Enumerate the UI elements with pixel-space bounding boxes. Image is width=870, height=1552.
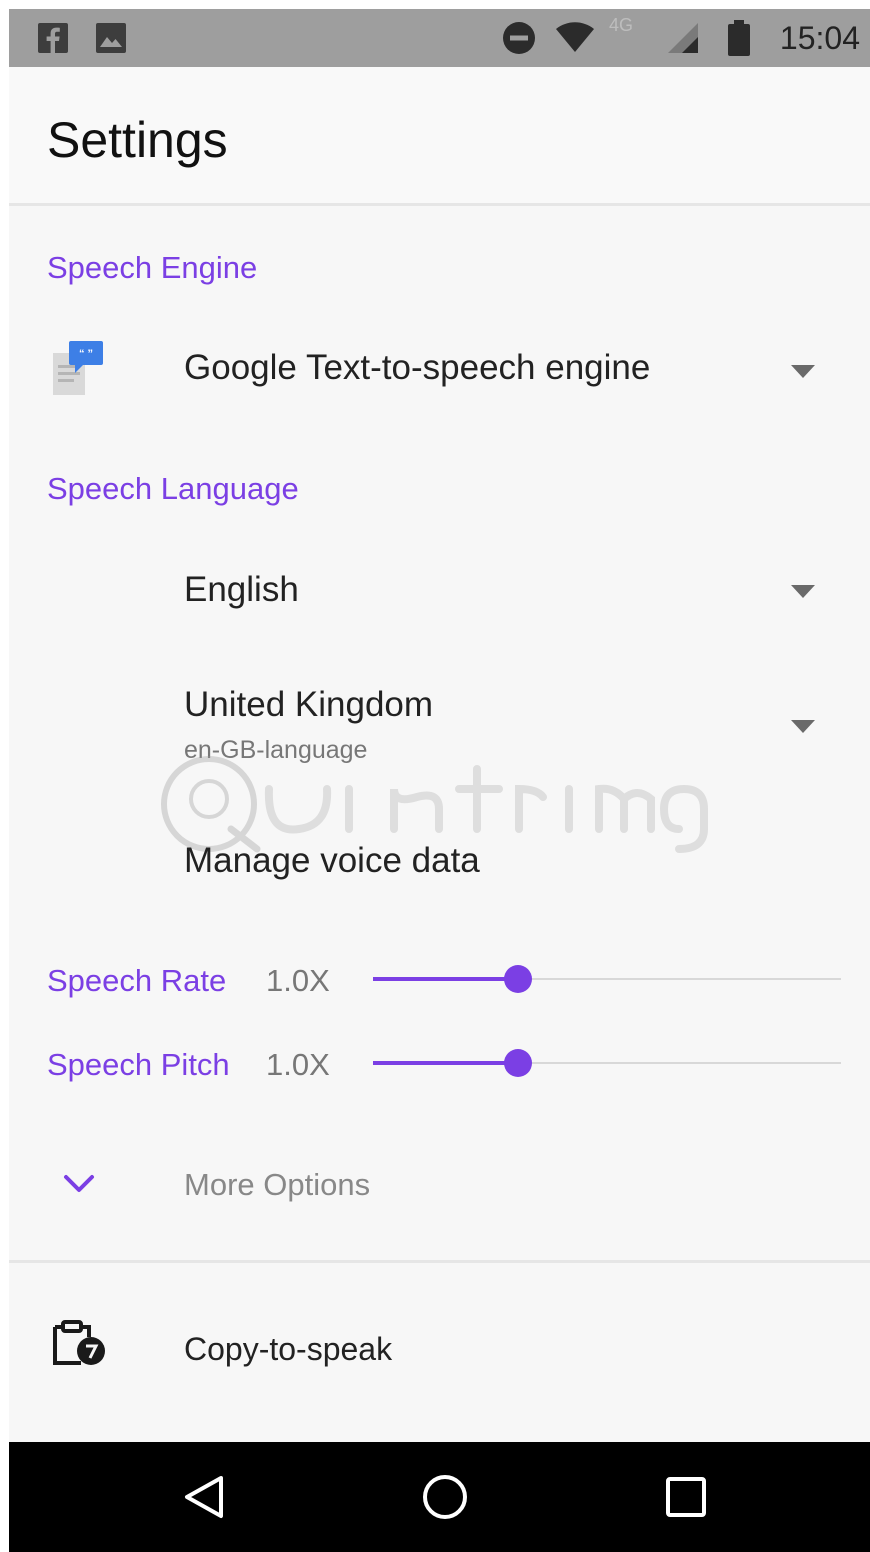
back-icon bbox=[185, 1476, 223, 1518]
slider-track-fill bbox=[373, 977, 518, 981]
clock: 15:04 bbox=[779, 20, 860, 56]
divider bbox=[9, 1260, 870, 1263]
status-bar: 4G 15:04 bbox=[9, 9, 870, 67]
slider-track-fill bbox=[373, 1061, 518, 1065]
tts-engine-icon: “ ” bbox=[53, 341, 103, 395]
language-value: English bbox=[184, 570, 299, 609]
speech-rate-value: 1.0X bbox=[266, 963, 330, 998]
app-bar: Settings bbox=[9, 67, 870, 206]
navigation-bar bbox=[9, 1442, 870, 1552]
page-title: Settings bbox=[47, 112, 228, 168]
speech-pitch-value: 1.0X bbox=[266, 1047, 330, 1082]
svg-text:“ ”: “ ” bbox=[79, 348, 93, 360]
recents-button[interactable] bbox=[626, 1442, 746, 1552]
recents-icon bbox=[666, 1477, 706, 1517]
speech-pitch-label: Speech Pitch bbox=[47, 1047, 230, 1082]
more-options-label: More Options bbox=[184, 1167, 371, 1202]
speech-rate-label: Speech Rate bbox=[47, 963, 227, 998]
dropdown-arrow-icon bbox=[791, 585, 815, 598]
dropdown-arrow-icon bbox=[791, 365, 815, 378]
speech-language-section-label: Speech Language bbox=[47, 471, 299, 506]
speech-engine-section-label: Speech Engine bbox=[47, 250, 258, 285]
network-type-label: 4G bbox=[609, 15, 634, 35]
slider-thumb[interactable] bbox=[504, 1049, 532, 1077]
do-not-disturb-icon bbox=[499, 9, 539, 67]
dropdown-arrow-icon bbox=[791, 720, 815, 733]
back-button[interactable] bbox=[144, 1442, 264, 1552]
battery-icon bbox=[721, 9, 757, 67]
speech-rate-slider[interactable] bbox=[373, 963, 841, 995]
clipboard-speak-icon bbox=[53, 1320, 105, 1365]
speech-pitch-slider[interactable] bbox=[373, 1047, 841, 1079]
slider-thumb[interactable] bbox=[504, 965, 532, 993]
image-icon bbox=[93, 9, 129, 67]
copy-to-speak-label: Copy-to-speak bbox=[184, 1331, 393, 1367]
home-icon bbox=[423, 1475, 467, 1519]
wifi-icon bbox=[553, 9, 597, 67]
chevron-down-icon bbox=[64, 1175, 94, 1192]
home-button[interactable] bbox=[385, 1442, 505, 1552]
facebook-icon bbox=[35, 9, 71, 67]
region-value: United Kingdom bbox=[184, 685, 434, 724]
speech-engine-value: Google Text-to-speech engine bbox=[184, 348, 651, 387]
phone-screen: 4G 15:04 Settings Speech Engine “ ” Goog… bbox=[9, 9, 870, 1552]
signal-icon bbox=[663, 9, 703, 67]
manage-voice-data-label: Manage voice data bbox=[184, 841, 480, 880]
